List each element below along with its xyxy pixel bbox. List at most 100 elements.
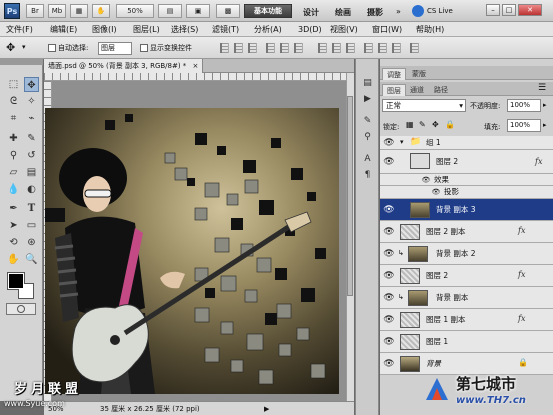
layer-row-group1[interactable]: 👁 ▾ 📁 组 1 <box>380 136 553 150</box>
lock-all-icon[interactable]: 🔒 <box>445 120 455 129</box>
document-tab[interactable]: 墙面.psd @ 50% (背景 副本 3, RGB/8#) * × <box>44 59 204 73</box>
history-panel-icon[interactable]: ▤ <box>361 77 374 89</box>
fill-input[interactable]: 100% <box>507 119 541 132</box>
brush-panel-icon[interactable]: ✎ <box>361 115 374 127</box>
align-right-icon[interactable] <box>294 43 303 53</box>
crop-tool-icon[interactable]: ⌗ <box>6 111 21 126</box>
move-tool-icon[interactable]: ✥ <box>6 41 20 55</box>
screen-mode-button[interactable]: ▣ <box>186 4 210 18</box>
gradient-tool-icon[interactable]: ▤ <box>24 165 39 180</box>
visibility-eye-icon[interactable]: 👁 <box>383 137 395 149</box>
menu-filter[interactable]: 滤镜(T) <box>212 23 239 36</box>
clone-source-panel-icon[interactable]: ⚲ <box>361 131 374 143</box>
auto-select-target-select[interactable]: 图层 <box>98 42 132 55</box>
tool-preset-arrow-icon[interactable]: ▾ <box>22 43 26 51</box>
visibility-eye-icon[interactable]: 👁 <box>383 358 395 370</box>
visibility-eye-icon[interactable]: 👁 <box>383 156 395 168</box>
foreground-color-top[interactable] <box>8 273 24 289</box>
pen-tool-icon[interactable]: ✒ <box>6 201 21 216</box>
actions-panel-icon[interactable]: ▶ <box>361 93 374 105</box>
menu-select[interactable]: 选择(S) <box>171 23 198 36</box>
hand-tool-icon[interactable]: ✋ <box>6 252 21 267</box>
maximize-button[interactable]: □ <box>502 4 516 16</box>
menu-file[interactable]: 文件(F) <box>6 23 33 36</box>
marquee-tool-icon[interactable]: ⬚ <box>6 77 21 92</box>
layer-row[interactable]: 👁 图层 2 fx <box>380 265 553 287</box>
eraser-tool-icon[interactable]: ▱ <box>6 165 21 180</box>
visibility-eye-icon[interactable]: 👁 <box>383 314 395 326</box>
3d-orbit-tool-icon[interactable]: ⊛ <box>24 235 39 250</box>
workspace-photography[interactable]: 摄影 <box>367 7 383 18</box>
menu-layer[interactable]: 图层(L) <box>133 23 160 36</box>
toolbox-grip[interactable] <box>0 59 43 65</box>
vertical-scrollbar-thumb[interactable] <box>347 96 353 296</box>
align-vcenter-icon[interactable] <box>234 43 243 53</box>
auto-align-icon[interactable] <box>410 43 419 53</box>
tab-masks[interactable]: 蒙版 <box>408 68 430 80</box>
close-button[interactable]: ✕ <box>518 4 542 16</box>
visibility-eye-icon[interactable]: 👁 <box>383 226 395 238</box>
visibility-eye-icon[interactable]: 👁 <box>420 174 432 186</box>
quick-mask-icon[interactable] <box>6 303 36 315</box>
layer-row[interactable]: 👁 ↳ 背景 副本 2 <box>380 243 553 265</box>
layer-row[interactable]: 👁 图层 2 副本 fx <box>380 221 553 243</box>
minimize-button[interactable]: – <box>486 4 500 16</box>
layer-effects-row[interactable]: 👁 效果 <box>380 174 553 186</box>
menu-view[interactable]: 视图(V) <box>330 23 358 36</box>
lock-pixels-icon[interactable]: ✎ <box>419 120 426 129</box>
menu-window[interactable]: 窗口(W) <box>372 23 402 36</box>
group-expand-icon[interactable]: ▾ <box>400 138 404 146</box>
workspace-essentials[interactable]: 基本功能 <box>244 4 292 18</box>
fx-icon[interactable]: fx <box>518 314 525 323</box>
paragraph-panel-icon[interactable]: ¶ <box>361 169 374 181</box>
opacity-input[interactable]: 100% <box>507 99 541 112</box>
minibridge-button[interactable]: Mb <box>48 4 66 18</box>
blend-mode-select[interactable]: 正常 ▾ <box>382 99 466 112</box>
layer-row-selected[interactable]: 👁 背景 副本 3 <box>380 199 553 221</box>
distribute-bottom-icon[interactable] <box>346 43 355 53</box>
zoom-level-select[interactable]: 50% <box>116 4 154 18</box>
opacity-arrow-icon[interactable]: ▸ <box>543 101 547 109</box>
visibility-eye-icon[interactable]: 👁 <box>430 186 442 198</box>
workspace-design[interactable]: 设计 <box>303 7 319 18</box>
extra-button[interactable]: ▩ <box>216 4 240 18</box>
visibility-eye-icon[interactable]: 👁 <box>383 336 395 348</box>
tab-adjustments[interactable]: 调整 <box>382 68 406 80</box>
visibility-eye-icon[interactable]: 👁 <box>383 270 395 282</box>
eyedropper-tool-icon[interactable]: ⌁ <box>24 111 39 126</box>
visibility-eye-icon[interactable]: 👁 <box>383 292 395 304</box>
character-panel-icon[interactable]: A <box>361 153 374 165</box>
visibility-eye-icon[interactable]: 👁 <box>383 248 395 260</box>
tab-layers[interactable]: 图层 <box>382 84 406 96</box>
menu-edit[interactable]: 编辑(E) <box>50 23 77 36</box>
blur-tool-icon[interactable]: 💧 <box>6 182 21 197</box>
panel-menu-icon[interactable]: ☰ <box>538 83 546 93</box>
history-brush-tool-icon[interactable]: ↺ <box>24 148 39 163</box>
auto-select-checkbox[interactable] <box>48 44 56 52</box>
tab-paths[interactable]: 路径 <box>430 84 452 96</box>
align-bottom-icon[interactable] <box>248 43 257 53</box>
menu-help[interactable]: 帮助(H) <box>416 23 444 36</box>
layer-effect-dropshadow-row[interactable]: 👁 投影 <box>380 186 553 199</box>
visibility-eye-icon[interactable]: 👁 <box>383 204 395 216</box>
lock-transparent-icon[interactable]: ▦ <box>406 120 414 129</box>
dodge-tool-icon[interactable]: ◐ <box>24 182 39 197</box>
horizontal-ruler[interactable] <box>44 73 346 81</box>
more-workspaces-icon[interactable]: » <box>396 7 401 16</box>
show-transform-checkbox[interactable] <box>140 44 148 52</box>
layer-row[interactable]: 👁 图层 1 <box>380 331 553 353</box>
shape-tool-icon[interactable]: ▭ <box>24 218 39 233</box>
distribute-top-icon[interactable] <box>318 43 327 53</box>
hand-zoom-button[interactable]: ✋ <box>92 4 110 18</box>
path-selection-tool-icon[interactable]: ➤ <box>6 218 21 233</box>
move-tool-icon[interactable]: ✥ <box>24 77 39 92</box>
menu-image[interactable]: 图像(I) <box>92 23 117 36</box>
fx-icon[interactable]: fx <box>518 270 525 279</box>
document-tab-close-icon[interactable]: × <box>193 62 199 70</box>
document-canvas[interactable] <box>45 108 339 394</box>
brush-tool-icon[interactable]: ✎ <box>24 131 39 146</box>
distribute-vcenter-icon[interactable] <box>332 43 341 53</box>
clone-stamp-tool-icon[interactable]: ⚲ <box>6 148 21 163</box>
lasso-tool-icon[interactable]: ᘓ <box>6 94 21 109</box>
view-extras-button[interactable]: ▦ <box>70 4 88 18</box>
